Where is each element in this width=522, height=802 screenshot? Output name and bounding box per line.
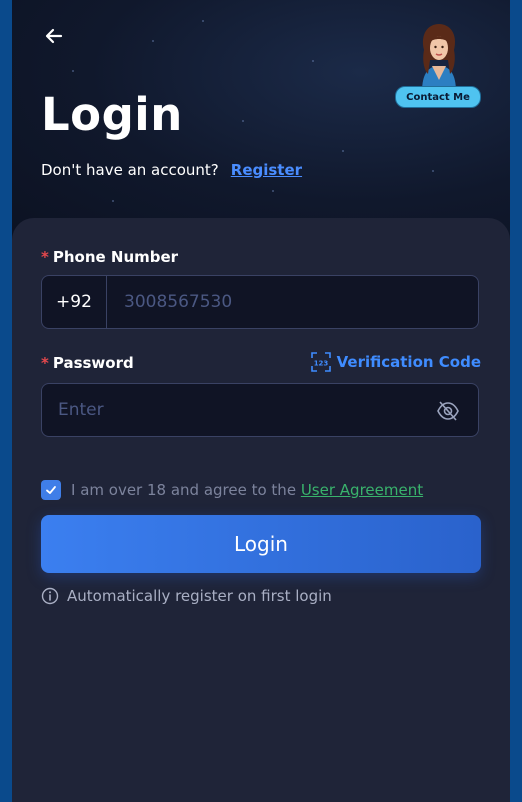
star-decoration: [342, 150, 344, 152]
info-icon: [41, 587, 59, 605]
page-title: Login: [41, 88, 183, 141]
star-decoration: [152, 40, 154, 42]
arrow-left-icon: [45, 28, 63, 44]
star-decoration: [432, 170, 434, 172]
login-form: *Phone Number +92 *Password 123 Verifica…: [12, 218, 510, 802]
verification-code-icon: 123: [310, 352, 331, 372]
phone-label-text: Phone Number: [52, 248, 179, 266]
register-prompt-text: Don't have an account?: [41, 161, 219, 179]
login-button[interactable]: Login: [41, 515, 481, 573]
back-button[interactable]: [40, 22, 68, 50]
star-decoration: [112, 200, 114, 202]
password-label-text: Password: [52, 354, 134, 372]
star-decoration: [202, 20, 204, 22]
agreement-checkbox[interactable]: [41, 480, 61, 500]
contact-widget[interactable]: Contact Me: [392, 20, 486, 110]
password-label: * Password: [41, 354, 134, 372]
agreement-row: I am over 18 and agree to the User Agree…: [41, 480, 423, 500]
password-input[interactable]: [58, 384, 428, 436]
password-field: [41, 383, 479, 437]
star-decoration: [72, 70, 74, 72]
required-asterisk: *: [41, 248, 49, 266]
star-decoration: [242, 120, 244, 122]
auto-register-text: Automatically register on first login: [67, 587, 332, 605]
login-screen: Login Don't have an account? Register Co…: [12, 0, 510, 802]
country-code[interactable]: +92: [42, 276, 107, 328]
svg-text:123: 123: [313, 360, 328, 368]
auto-register-note: Automatically register on first login: [41, 587, 332, 605]
eye-off-icon[interactable]: [436, 399, 460, 423]
verification-code-toggle[interactable]: 123 Verification Code: [310, 352, 481, 372]
header-banner: Login Don't have an account? Register Co…: [12, 0, 510, 240]
phone-field: +92: [41, 275, 479, 329]
star-decoration: [312, 60, 314, 62]
contact-me-button[interactable]: Contact Me: [395, 86, 481, 108]
checkmark-icon: [46, 486, 56, 494]
star-decoration: [272, 190, 274, 192]
verification-code-label: Verification Code: [336, 353, 481, 371]
phone-label: * Phone Number: [41, 248, 178, 266]
phone-input[interactable]: [124, 276, 464, 328]
required-asterisk: *: [41, 354, 49, 372]
register-link[interactable]: Register: [231, 161, 302, 179]
register-prompt: Don't have an account? Register: [41, 161, 302, 179]
agreement-prefix: I am over 18 and agree to the: [71, 481, 297, 499]
support-avatar: [422, 24, 456, 92]
agreement-text: I am over 18 and agree to the User Agree…: [71, 481, 423, 499]
user-agreement-link[interactable]: User Agreement: [301, 481, 423, 499]
